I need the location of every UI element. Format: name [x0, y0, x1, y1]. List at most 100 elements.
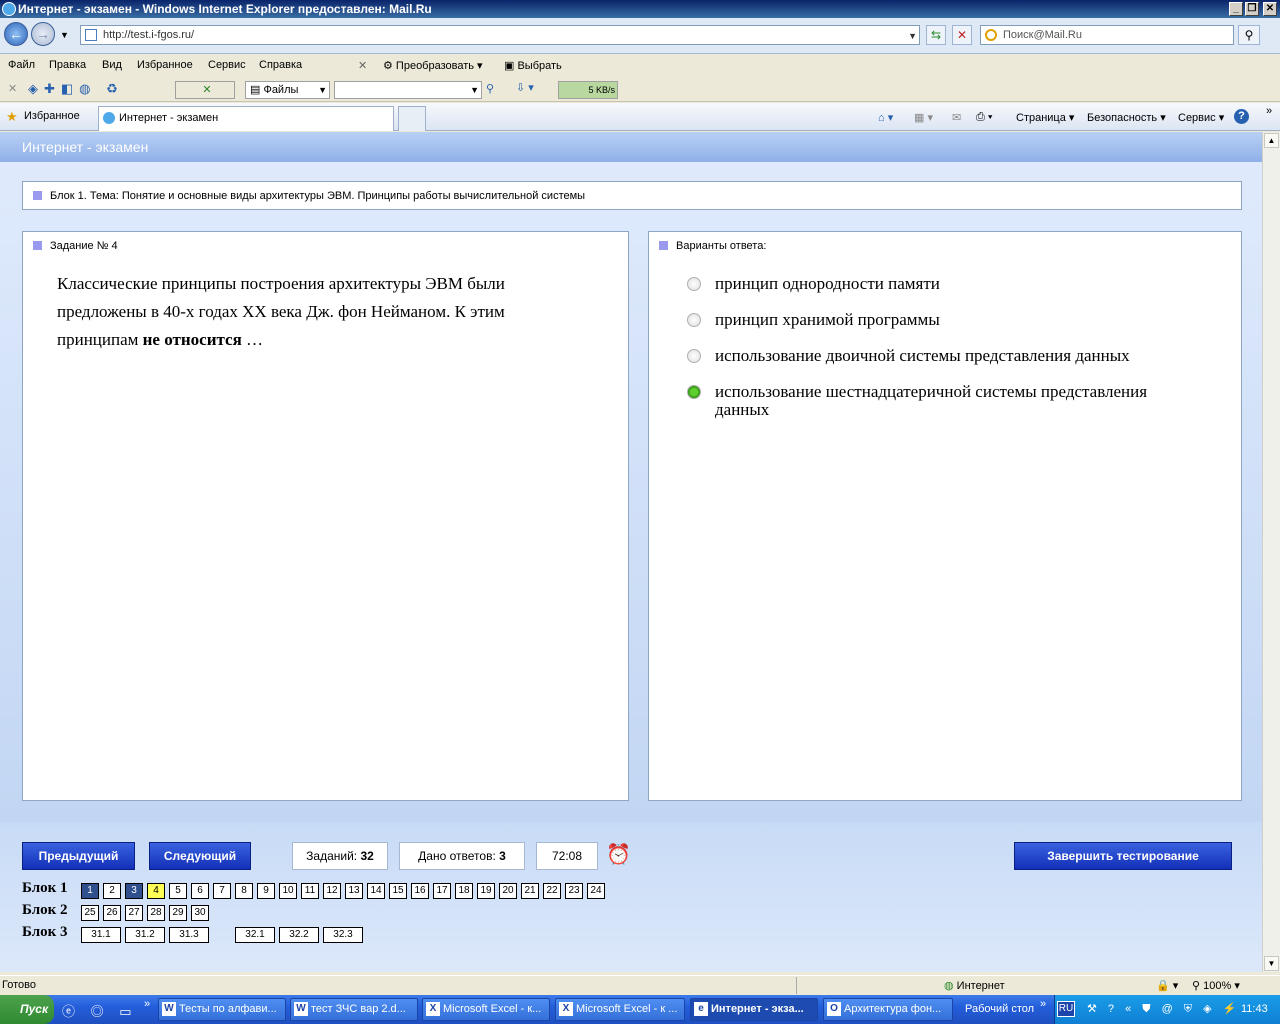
task-nav-cell[interactable]: 32.3	[323, 927, 363, 943]
menu-favorites[interactable]: Избранное	[137, 59, 193, 71]
files-select[interactable]: ▤ Файлы ▼	[245, 81, 330, 99]
scroll-down-icon[interactable]: ▼	[1264, 956, 1279, 971]
task-nav-cell[interactable]: 18	[455, 883, 473, 899]
task-nav-cell[interactable]: 1	[81, 883, 99, 899]
minimize-button[interactable]: _	[1229, 2, 1243, 16]
feeds-icon[interactable]: ▦ ▾	[914, 111, 933, 124]
radio-icon[interactable]	[687, 349, 701, 363]
vertical-scrollbar[interactable]: ▲ ▼	[1262, 132, 1280, 972]
task-nav-cell[interactable]: 25	[81, 905, 99, 921]
task-nav-cell[interactable]: 17	[433, 883, 451, 899]
start-button[interactable]: Пуск	[0, 995, 54, 1024]
radio-selected-icon[interactable]	[687, 385, 701, 399]
convert-button[interactable]: ⚙ Преобразовать ▾	[383, 59, 483, 72]
taskbar-button[interactable]: e Интернет - экза...	[690, 998, 818, 1021]
help-icon[interactable]: ?	[1234, 109, 1249, 124]
task-nav-cell[interactable]: 13	[345, 883, 363, 899]
task-nav-cell[interactable]: 15	[389, 883, 407, 899]
address-input[interactable]: http://test.i-fgos.ru/ ▼	[80, 25, 920, 45]
restore-button[interactable]: ❐	[1245, 2, 1259, 16]
refresh-button[interactable]: ⇆	[926, 25, 946, 45]
home-icon[interactable]: ⌂ ▾	[878, 111, 893, 124]
new-tab-button[interactable]	[398, 106, 426, 131]
task-nav-cell[interactable]: 30	[191, 905, 209, 921]
task-nav-cell[interactable]: 31.3	[169, 927, 209, 943]
menu-view[interactable]: Вид	[102, 59, 122, 71]
tools-menu[interactable]: Сервис ▾	[1178, 111, 1224, 124]
task-nav-cell[interactable]: 3	[125, 883, 143, 899]
forward-button[interactable]: →	[31, 22, 55, 46]
task-nav-cell[interactable]: 31.1	[81, 927, 121, 943]
close-toolbar-icon[interactable]: ✕	[358, 59, 367, 72]
addon-search-input[interactable]: ▼	[334, 81, 482, 99]
addon-x-icon[interactable]: ✕	[175, 81, 235, 99]
task-nav-cell[interactable]: 19	[477, 883, 495, 899]
taskbar-button[interactable]: W Тесты по алфави...	[158, 998, 286, 1021]
page-menu[interactable]: Страница ▾	[1016, 111, 1074, 124]
task-nav-cell[interactable]: 12	[323, 883, 341, 899]
task-nav-cell[interactable]: 2	[103, 883, 121, 899]
zoom-control[interactable]: ⚲ 100% ▾	[1192, 979, 1240, 992]
favorites-button[interactable]: Избранное	[24, 110, 80, 122]
stop-button[interactable]: ✕	[952, 25, 972, 45]
task-nav-cell[interactable]: 8	[235, 883, 253, 899]
close-addon-icon[interactable]: ✕	[8, 82, 17, 95]
download-icon[interactable]: ⇩ ▾	[516, 81, 534, 94]
task-nav-cell[interactable]: 32.1	[235, 927, 275, 943]
chevron-more-icon[interactable]: »	[1266, 105, 1272, 117]
answer-option[interactable]: использование двоичной системы представл…	[687, 347, 1195, 365]
address-dropdown-icon[interactable]: ▼	[908, 27, 917, 45]
task-nav-cell[interactable]: 14	[367, 883, 385, 899]
desktop-toolbar[interactable]: Рабочий стол	[965, 1003, 1034, 1015]
mail-icon[interactable]: ✉	[952, 111, 961, 124]
back-button[interactable]: ←	[4, 22, 28, 46]
taskbar-button[interactable]: O Архитектура фон...	[823, 998, 953, 1021]
next-button[interactable]: Следующий	[149, 842, 251, 870]
tab-active[interactable]: Интернет - экзамен	[98, 106, 394, 131]
task-nav-cell[interactable]: 26	[103, 905, 121, 921]
task-nav-cell[interactable]: 6	[191, 883, 209, 899]
menu-file[interactable]: Файл	[8, 59, 35, 71]
radio-icon[interactable]	[687, 313, 701, 327]
task-nav-cell[interactable]: 28	[147, 905, 165, 921]
taskbar-button[interactable]: Wтест ЗЧС вар 2.d...	[290, 998, 418, 1021]
finish-test-button[interactable]: Завершить тестирование	[1014, 842, 1232, 870]
language-indicator[interactable]: RU	[1057, 1001, 1075, 1017]
addon-icons[interactable]: ◈✚◧◍ ♻	[28, 81, 124, 97]
search-go-icon[interactable]: ⚲	[1238, 25, 1260, 45]
task-nav-cell[interactable]: 27	[125, 905, 143, 921]
task-nav-cell[interactable]: 29	[169, 905, 187, 921]
task-nav-cell[interactable]: 24	[587, 883, 605, 899]
menu-tools[interactable]: Сервис	[208, 59, 246, 71]
task-nav-cell[interactable]: 16	[411, 883, 429, 899]
history-dropdown-icon[interactable]: ▼	[60, 30, 69, 40]
close-window-button[interactable]: ✕	[1263, 2, 1277, 16]
toolbar-more-icon[interactable]: »	[1040, 998, 1046, 1010]
task-nav-cell[interactable]: 22	[543, 883, 561, 899]
quick-launch-more-icon[interactable]: »	[144, 998, 150, 1010]
answer-option[interactable]: использование шестнадцатеричной системы …	[687, 383, 1195, 419]
task-nav-cell[interactable]: 20	[499, 883, 517, 899]
search-input[interactable]: Поиск@Mail.Ru	[980, 25, 1234, 45]
protected-mode-icon[interactable]: 🔒 ▾	[1156, 979, 1178, 992]
taskbar-button[interactable]: X Microsoft Excel - к...	[422, 998, 550, 1021]
task-nav-cell[interactable]: 31.2	[125, 927, 165, 943]
task-nav-cell[interactable]: 4	[147, 883, 165, 899]
task-nav-cell[interactable]: 11	[301, 883, 319, 899]
quick-launch-icons[interactable]: ⓔ ◎ ▭	[62, 1001, 138, 1020]
safety-menu[interactable]: Безопасность ▾	[1087, 111, 1166, 124]
menu-edit[interactable]: Правка	[49, 59, 86, 71]
scroll-up-icon[interactable]: ▲	[1264, 133, 1279, 148]
addon-search-icon[interactable]: ⚲	[486, 82, 494, 95]
answer-option[interactable]: принцип однородности памяти	[687, 275, 1195, 293]
task-nav-cell[interactable]: 23	[565, 883, 583, 899]
task-nav-cell[interactable]: 10	[279, 883, 297, 899]
taskbar-button[interactable]: X Microsoft Excel - к ...	[555, 998, 685, 1021]
answer-option[interactable]: принцип хранимой программы	[687, 311, 1195, 329]
menu-help[interactable]: Справка	[259, 59, 302, 71]
print-icon[interactable]: ⎙ ▾	[976, 111, 992, 124]
radio-icon[interactable]	[687, 277, 701, 291]
tray-icons[interactable]: ⚒ ? « ⛊ @ ⛨ ◈ ⚡	[1087, 995, 1240, 1024]
task-nav-cell[interactable]: 7	[213, 883, 231, 899]
task-nav-cell[interactable]: 5	[169, 883, 187, 899]
